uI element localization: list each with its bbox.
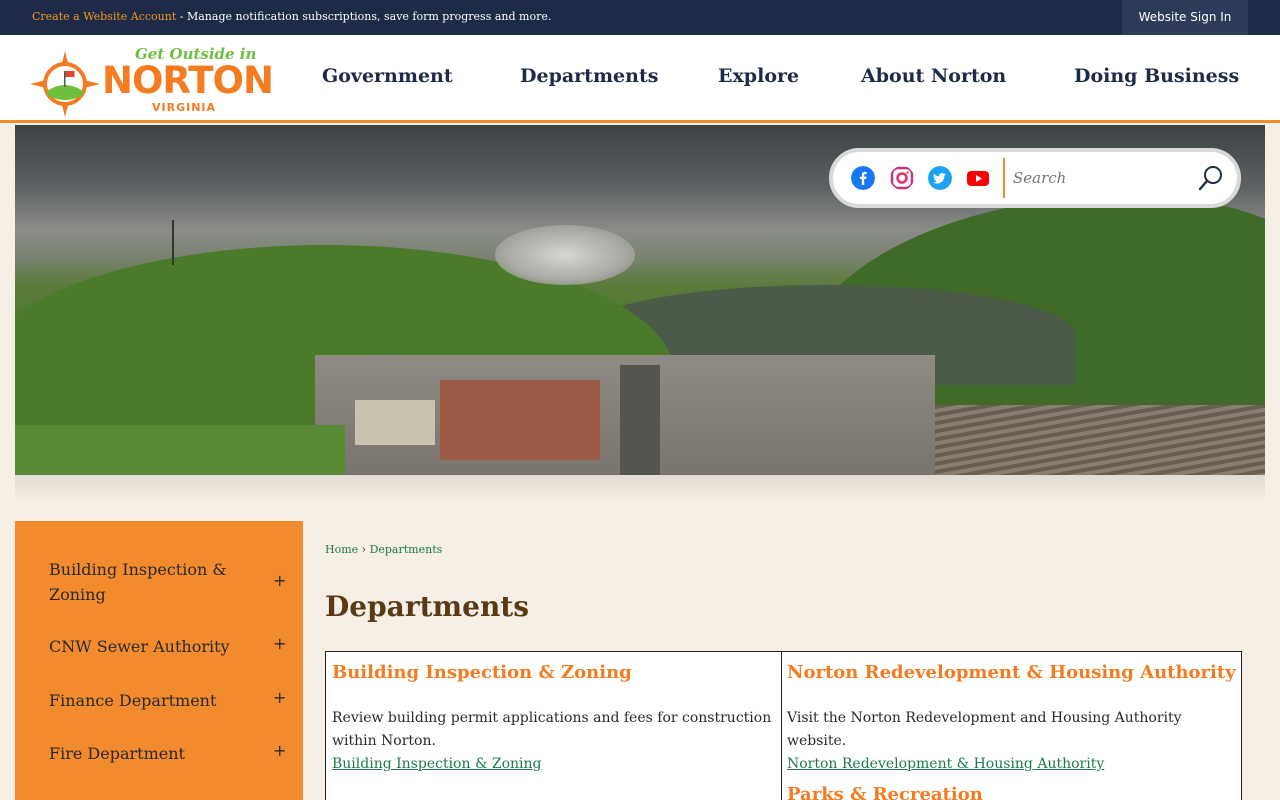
sidebar-item-finance[interactable]: Finance Department + xyxy=(15,688,303,718)
department-link-building-inspection[interactable]: Building Inspection & Zoning xyxy=(332,753,772,776)
logo-name: NORTON xyxy=(102,59,274,102)
breadcrumb-home[interactable]: Home xyxy=(325,543,358,556)
department-title: Norton Redevelopment & Housing Authority xyxy=(787,662,1236,683)
sidebar-item-label[interactable]: Finance Department xyxy=(49,688,249,713)
departments-table: Building Inspection & Zoning Review buil… xyxy=(325,651,1242,800)
twitter-icon[interactable] xyxy=(928,166,952,190)
youtube-icon[interactable] xyxy=(966,166,990,190)
social-search-bar xyxy=(829,148,1241,208)
department-cell-parks-recreation: Parks & Recreation xyxy=(787,784,1237,800)
page-title: Departments xyxy=(325,590,529,623)
logo-state: VIRGINIA xyxy=(152,101,217,114)
norton-logo[interactable]: Get Outside in NORTON VIRGINIA xyxy=(30,43,274,117)
department-title: Building Inspection & Zoning xyxy=(332,662,632,683)
top-utility-bar: Create a Website Account - Manage notifi… xyxy=(0,0,1280,35)
department-description: Visit the Norton Redevelopment and Housi… xyxy=(787,710,1182,749)
account-message: Create a Website Account - Manage notifi… xyxy=(32,10,551,23)
account-message-text: - Manage notification subscriptions, sav… xyxy=(176,10,552,23)
sidebar-item-building-inspection[interactable]: Building Inspection & Zoning + xyxy=(15,557,303,613)
expand-plus-icon[interactable]: + xyxy=(273,571,286,590)
nav-about-norton[interactable]: About Norton xyxy=(861,65,1006,87)
breadcrumb: Home › Departments xyxy=(325,543,442,556)
nav-departments[interactable]: Departments xyxy=(520,65,658,87)
expand-plus-icon[interactable]: + xyxy=(273,634,286,653)
search-divider xyxy=(1003,158,1005,198)
department-description: Review building permit applications and … xyxy=(332,710,772,749)
expand-plus-icon[interactable]: + xyxy=(273,741,286,760)
breadcrumb-separator: › xyxy=(361,543,367,556)
department-link-housing-authority[interactable]: Norton Redevelopment & Housing Authority xyxy=(787,753,1237,776)
site-header: Get Outside in NORTON VIRGINIA Governmen… xyxy=(0,35,1280,123)
department-cell-housing-authority: Norton Redevelopment & Housing Authority… xyxy=(787,662,1237,776)
website-sign-in-button[interactable]: Website Sign In xyxy=(1122,0,1248,35)
sidebar-item-cnw-sewer[interactable]: CNW Sewer Authority + xyxy=(15,634,303,664)
sidebar-item-label[interactable]: CNW Sewer Authority xyxy=(49,634,249,659)
nav-doing-business[interactable]: Doing Business xyxy=(1074,65,1239,87)
create-account-link[interactable]: Create a Website Account xyxy=(32,10,176,23)
search-input[interactable] xyxy=(1013,162,1193,194)
search-icon[interactable] xyxy=(1197,164,1225,192)
sidebar-item-label[interactable]: Building Inspection & Zoning xyxy=(49,557,249,607)
department-title[interactable]: Parks & Recreation xyxy=(787,784,1237,800)
departments-sidebar: Building Inspection & Zoning + CNW Sewer… xyxy=(15,521,303,800)
nav-government[interactable]: Government xyxy=(322,65,453,87)
sidebar-item-fire[interactable]: Fire Department + xyxy=(15,741,303,771)
facebook-icon[interactable] xyxy=(851,166,875,190)
department-cell-building-inspection: Building Inspection & Zoning Review buil… xyxy=(332,662,772,776)
breadcrumb-departments[interactable]: Departments xyxy=(370,543,443,556)
instagram-icon[interactable] xyxy=(890,166,914,190)
nav-explore[interactable]: Explore xyxy=(718,65,799,87)
sidebar-item-label[interactable]: Fire Department xyxy=(49,741,249,766)
expand-plus-icon[interactable]: + xyxy=(273,688,286,707)
compass-logo-icon xyxy=(30,51,100,117)
